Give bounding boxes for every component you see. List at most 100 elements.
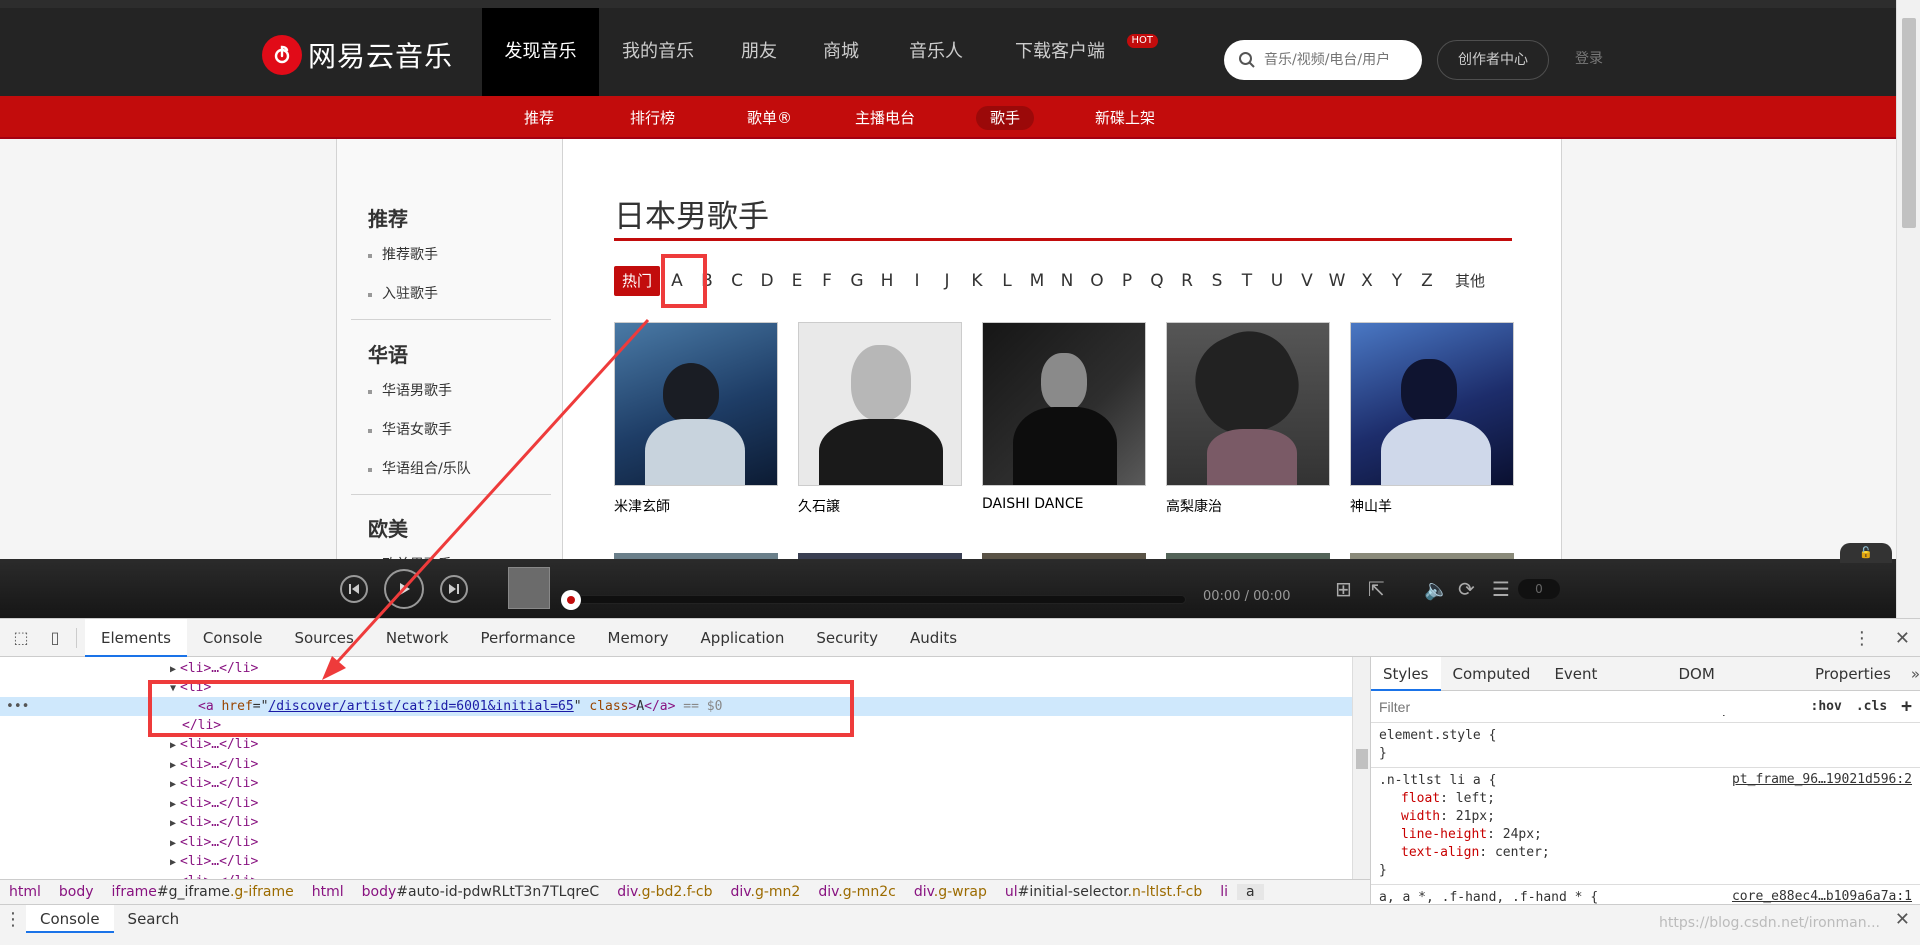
lock-icon[interactable]: 🔓: [1840, 543, 1892, 563]
artist-photo[interactable]: [982, 322, 1146, 486]
letter-j[interactable]: J: [932, 266, 962, 296]
subnav-radio[interactable]: 主播电台: [841, 106, 929, 130]
play-button[interactable]: [384, 569, 424, 609]
styles-filter-input[interactable]: [1379, 698, 1797, 715]
side-link-chinese-male[interactable]: 华语男歌手: [351, 372, 551, 411]
tab-application[interactable]: Application: [685, 619, 801, 657]
search-input[interactable]: [1264, 52, 1404, 68]
rule-source-link[interactable]: core_e88ec4…b109a6a7a:1: [1732, 889, 1912, 904]
breadcrumb-item[interactable]: div.g-wrap: [905, 884, 996, 900]
subnav-artists[interactable]: 歌手: [976, 106, 1035, 130]
letter-e[interactable]: E: [782, 266, 812, 296]
album-cover[interactable]: [508, 567, 550, 609]
letter-k[interactable]: K: [962, 266, 992, 296]
dom-node[interactable]: ▶<li>…</li>: [0, 872, 1352, 880]
letter-r[interactable]: R: [1172, 266, 1202, 296]
letter-u[interactable]: U: [1262, 266, 1292, 296]
letter-z[interactable]: Z: [1412, 266, 1442, 296]
playlist-icon[interactable]: ☰: [1492, 577, 1510, 601]
letter-o[interactable]: O: [1082, 266, 1112, 296]
tab-security[interactable]: Security: [800, 619, 894, 657]
node-menu-icon[interactable]: •••: [6, 697, 29, 716]
letter-d[interactable]: D: [752, 266, 782, 296]
letter-v[interactable]: V: [1292, 266, 1322, 296]
progress-handle[interactable]: [561, 590, 581, 610]
letter-f[interactable]: F: [812, 266, 842, 296]
dom-node[interactable]: ▶<li>…</li>: [0, 755, 1352, 774]
prev-track-button[interactable]: [340, 575, 368, 603]
dom-node[interactable]: ▶<li>…</li>: [0, 813, 1352, 832]
letter-m[interactable]: M: [1022, 266, 1052, 296]
css-declaration[interactable]: width: 21px;: [1379, 808, 1912, 826]
artist-name[interactable]: 高梨康治: [1166, 496, 1330, 516]
loop-icon[interactable]: ⟳: [1458, 577, 1475, 601]
artist-name[interactable]: 神山羊: [1350, 496, 1514, 516]
breadcrumb-item[interactable]: div.g-bd2.f-cb: [608, 884, 721, 900]
artist-name[interactable]: DAISHI DANCE: [982, 496, 1146, 512]
device-toolbar-icon[interactable]: ▯: [42, 625, 68, 651]
add-rule-icon[interactable]: +: [1901, 696, 1912, 717]
breadcrumb-item[interactable]: li: [1211, 884, 1237, 900]
letter-t[interactable]: T: [1232, 266, 1262, 296]
breadcrumb-item[interactable]: html: [0, 884, 50, 900]
breadcrumb-item[interactable]: iframe#g_iframe.g-iframe: [103, 884, 303, 900]
nav-discover-music[interactable]: 发现音乐: [482, 8, 599, 96]
dom-node[interactable]: ▶<li>…</li>: [0, 659, 1352, 678]
add-to-playlist-icon[interactable]: ⊞: [1335, 577, 1352, 601]
tab-performance[interactable]: Performance: [464, 619, 591, 657]
css-declaration[interactable]: float: left;: [1379, 790, 1912, 808]
artist-card[interactable]: 米津玄師: [614, 322, 778, 516]
breadcrumb-item[interactable]: body: [50, 884, 103, 900]
dom-node[interactable]: ▶<li>…</li>: [0, 774, 1352, 793]
more-options-icon[interactable]: ⋮: [1853, 628, 1871, 649]
nav-friends[interactable]: 朋友: [724, 8, 794, 96]
nav-store[interactable]: 商城: [806, 8, 876, 96]
subnav-playlists[interactable]: 歌单®: [733, 106, 806, 130]
elements-scrollbar[interactable]: [1352, 657, 1370, 879]
breadcrumb-item[interactable]: div.g-mn2: [722, 884, 810, 900]
letter-hot[interactable]: 热门: [614, 266, 660, 296]
letter-g[interactable]: G: [842, 266, 872, 296]
breadcrumb-item[interactable]: ul#initial-selector.n-ltlst.f-cb: [996, 884, 1211, 900]
tab-network[interactable]: Network: [370, 619, 465, 657]
drawer-tab-console[interactable]: Console: [26, 905, 114, 933]
tab-dom-breakpoints[interactable]: DOM Breakpoints: [1666, 657, 1803, 717]
letter-i[interactable]: I: [902, 266, 932, 296]
tab-event-listeners[interactable]: Event Listeners: [1542, 657, 1666, 717]
tab-properties[interactable]: Properties: [1803, 657, 1903, 691]
dom-node[interactable]: ▶<li>…</li>: [0, 852, 1352, 871]
artist-card[interactable]: 神山羊: [1350, 322, 1514, 516]
dom-node[interactable]: ▶<li>…</li>: [0, 833, 1352, 852]
artist-name[interactable]: 久石譲: [798, 496, 962, 516]
artist-photo[interactable]: [1166, 322, 1330, 486]
css-declaration[interactable]: text-align: center;: [1379, 844, 1912, 862]
tab-elements[interactable]: Elements: [85, 618, 187, 657]
letter-h[interactable]: H: [872, 266, 902, 296]
tab-memory[interactable]: Memory: [592, 619, 685, 657]
drawer-tab-search[interactable]: Search: [114, 905, 194, 933]
letter-other[interactable]: 其他: [1442, 266, 1498, 296]
tab-styles[interactable]: Styles: [1371, 657, 1441, 691]
login-link[interactable]: 登录: [1575, 48, 1603, 68]
side-link-signed-artists[interactable]: 入驻歌手: [351, 275, 551, 314]
tab-computed[interactable]: Computed: [1441, 657, 1543, 691]
close-icon[interactable]: ✕: [1895, 909, 1910, 930]
nav-musician[interactable]: 音乐人: [894, 8, 978, 96]
letter-s[interactable]: S: [1202, 266, 1232, 296]
subnav-new-albums[interactable]: 新碟上架: [1081, 106, 1169, 130]
letter-l[interactable]: L: [992, 266, 1022, 296]
letter-x[interactable]: X: [1352, 266, 1382, 296]
dom-node[interactable]: ▶<li>…</li>: [0, 794, 1352, 813]
close-icon[interactable]: ✕: [1895, 628, 1910, 649]
side-link-chinese-female[interactable]: 华语女歌手: [351, 411, 551, 450]
breadcrumb-item[interactable]: a: [1237, 884, 1264, 900]
artist-card[interactable]: DAISHI DANCE: [982, 322, 1146, 512]
chevron-right-icon[interactable]: »: [1911, 665, 1920, 683]
hov-toggle[interactable]: :hov: [1811, 699, 1842, 714]
artist-photo[interactable]: [614, 322, 778, 486]
artist-photo[interactable]: [1350, 322, 1514, 486]
css-declaration[interactable]: line-height: 24px;: [1379, 826, 1912, 844]
letter-q[interactable]: Q: [1142, 266, 1172, 296]
side-link-chinese-band[interactable]: 华语组合/乐队: [351, 450, 551, 489]
search-box[interactable]: [1224, 40, 1422, 80]
